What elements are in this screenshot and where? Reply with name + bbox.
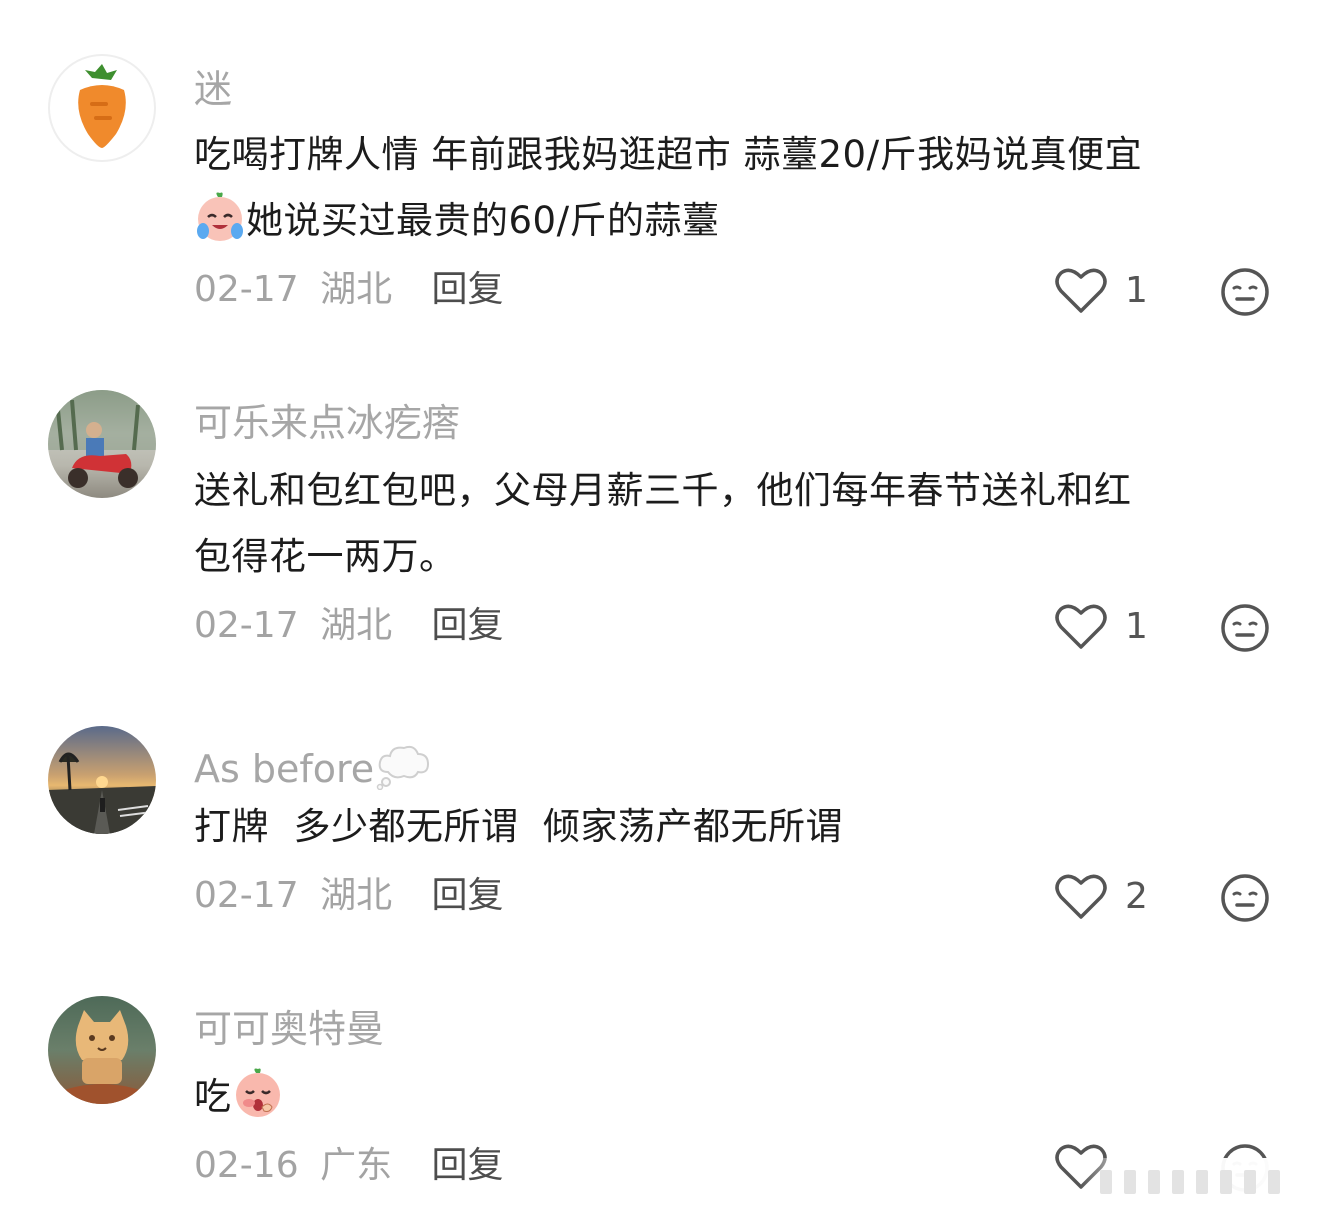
comment-date: 02-17: [194, 875, 299, 916]
watermark-bar: [1172, 1170, 1184, 1194]
like-count: 1: [1125, 606, 1148, 647]
comment-text: 吃: [194, 1064, 1264, 1130]
username[interactable]: 可可奥特曼: [194, 1010, 384, 1048]
comment-date: 02-16: [194, 1145, 299, 1186]
reply-button[interactable]: 回复: [432, 875, 504, 916]
comment-date: 02-17: [194, 605, 299, 646]
watermark-bar: [1220, 1170, 1232, 1194]
watermark-bar: [1244, 1170, 1256, 1194]
username[interactable]: As before: [194, 740, 432, 790]
comment-date: 02-17: [194, 269, 299, 310]
like-count: 1: [1125, 270, 1148, 311]
comment-line: 打牌 多少都无所谓 倾家荡产都无所谓: [194, 805, 844, 848]
reply-button[interactable]: 回复: [432, 269, 504, 310]
comment-text: 送礼和包红包吧，父母月薪三千，他们每年春节送礼和红 包得花一两万。: [194, 458, 1264, 590]
dislike-face-icon[interactable]: [1220, 873, 1270, 923]
comment-text: 吃喝打牌人情 年前跟我妈逛超市 蒜薹20/斤我妈说真便宜 她说买过最贵的60/斤…: [194, 122, 1264, 254]
dislike-face-icon[interactable]: [1220, 603, 1270, 653]
watermark-bar: [1148, 1170, 1160, 1194]
avatar[interactable]: [48, 54, 156, 162]
comment-line-text: 吃: [194, 1075, 232, 1118]
sunset-road-icon: [48, 752, 156, 834]
reply-button[interactable]: 回复: [432, 1145, 504, 1186]
reply-button[interactable]: 回复: [432, 605, 504, 646]
watermark-bar: [1100, 1170, 1112, 1194]
comment-line-with-emoji: 她说买过最贵的60/斤的蒜薹: [194, 188, 1264, 254]
like-count: 2: [1125, 876, 1148, 917]
shy-emoji-icon: [235, 1068, 280, 1117]
cat-statue-icon: [58, 1010, 146, 1104]
avatar[interactable]: [48, 996, 156, 1104]
watermark-bar: [1268, 1170, 1280, 1194]
comment-location: 湖北: [320, 269, 393, 310]
avatar[interactable]: [48, 726, 156, 834]
like-button[interactable]: 1: [1055, 266, 1148, 316]
comment-line: 包得花一两万。: [194, 535, 457, 578]
like-button[interactable]: 1: [1055, 602, 1148, 652]
watermark-bar: [1124, 1170, 1136, 1194]
comment-text: 打牌 多少都无所谓 倾家荡产都无所谓: [194, 794, 1264, 860]
comment-meta: 02-16 广东 回复: [194, 1148, 504, 1184]
watermark-bar: [1196, 1170, 1208, 1194]
comment-line-text: 她说买过最贵的60/斤的蒜薹: [246, 199, 720, 242]
comment-line: 送礼和包红包吧，父母月薪三千，他们每年春节送礼和红: [194, 469, 1132, 512]
username-text: As before: [194, 747, 375, 791]
dislike-face-icon[interactable]: [1220, 267, 1270, 317]
comment-location: 广东: [320, 1145, 393, 1186]
heart-icon: [1055, 604, 1107, 649]
comment-line-with-emoji: 吃: [194, 1064, 1264, 1130]
like-button[interactable]: 2: [1055, 872, 1148, 922]
carrot-icon: [78, 64, 126, 148]
username[interactable]: 迷: [194, 70, 232, 108]
username[interactable]: 可乐来点冰疙瘩: [194, 404, 460, 442]
comment-meta: 02-17 湖北 回复: [194, 608, 504, 644]
thought-cloud-icon: [376, 745, 430, 790]
avatar[interactable]: [48, 390, 156, 498]
comment-location: 湖北: [320, 605, 393, 646]
comment-meta: 02-17 湖北 回复: [194, 272, 504, 308]
watermark-bars: [1100, 1170, 1280, 1194]
comment-line: 吃喝打牌人情 年前跟我妈逛超市 蒜薹20/斤我妈说真便宜: [194, 133, 1143, 176]
crying-laughing-emoji-icon: [197, 192, 243, 241]
scooter-photo-icon: [48, 390, 156, 488]
comment-meta: 02-17 湖北 回复: [194, 878, 504, 914]
heart-icon: [1055, 874, 1107, 919]
heart-icon: [1055, 268, 1107, 313]
comment-location: 湖北: [320, 875, 393, 916]
